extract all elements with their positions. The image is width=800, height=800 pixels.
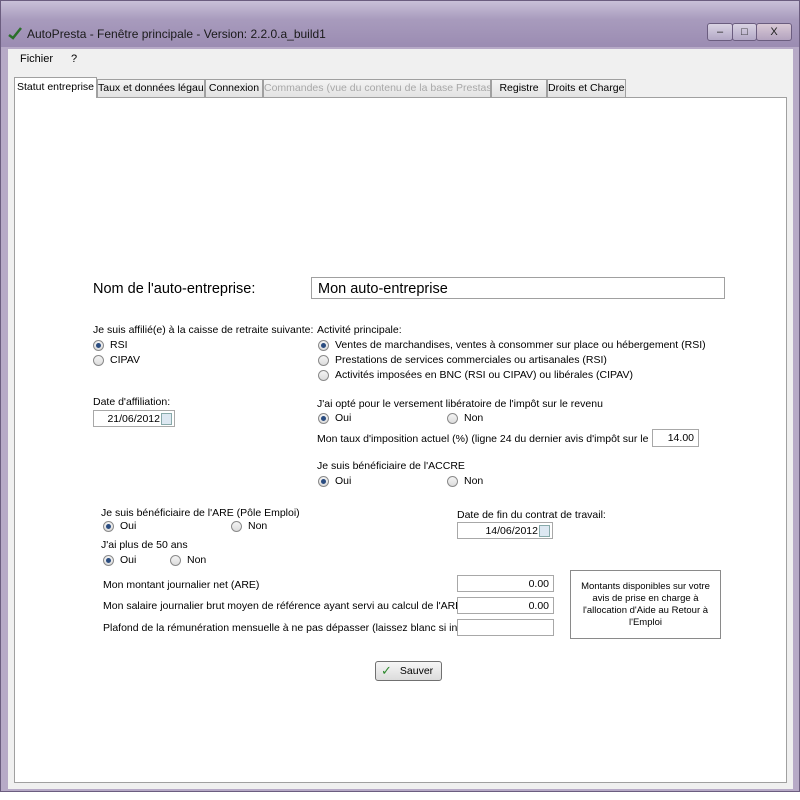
radio-accre-oui-label: Oui	[335, 475, 352, 487]
radio-accre-non[interactable]: Non	[447, 475, 483, 487]
accre-label: Je suis bénéficiaire de l'ACCRE	[317, 460, 465, 472]
minimize-button[interactable]: –	[707, 23, 733, 41]
menu-fichier[interactable]: Fichier	[20, 53, 53, 65]
radio-cipav[interactable]: CIPAV	[93, 354, 140, 366]
tab-registre[interactable]: Registre	[491, 79, 547, 97]
radio-activity-bnc-label: Activités imposées en BNC (RSI ou CIPAV)…	[335, 369, 633, 381]
are-info-box: Montants disponibles sur votre avis de p…	[570, 570, 721, 639]
radio-are-oui-label: Oui	[120, 520, 137, 532]
title-bar[interactable]: AutoPresta - Fenêtre principale - Versio…	[1, 1, 799, 47]
radio-dot	[93, 354, 104, 366]
radio-liberatory-oui-label: Oui	[335, 412, 352, 424]
contract-end-label: Date de fin du contrat de travail:	[457, 509, 606, 521]
radio-are-oui[interactable]: Oui	[103, 520, 136, 532]
radio-accre-non-label: Non	[464, 475, 484, 487]
check-icon: ✓	[381, 663, 392, 678]
radio-liberatory-oui[interactable]: Oui	[318, 412, 351, 424]
daily-net-input[interactable]: 0.00	[457, 575, 554, 592]
tab-droits-charges[interactable]: Droits et Charges	[547, 79, 626, 97]
tab-taux-donnees-legaux[interactable]: Taux et données légaux	[97, 79, 205, 97]
liberatory-label: J'ai opté pour le versement libératoire …	[317, 398, 603, 410]
radio-accre-oui[interactable]: Oui	[318, 475, 351, 487]
tax-rate-label: Mon taux d'imposition actuel (%) (ligne …	[317, 433, 687, 445]
tab-connexion[interactable]: Connexion	[205, 79, 263, 97]
maximize-button[interactable]: □	[732, 23, 757, 41]
menu-help[interactable]: ?	[71, 53, 77, 65]
radio-are-non-label: Non	[248, 520, 268, 532]
radio-dot	[318, 354, 329, 366]
main-window: AutoPresta - Fenêtre principale - Versio…	[0, 0, 800, 792]
radio-rsi[interactable]: RSI	[93, 339, 128, 351]
radio-activity-bnc[interactable]: Activités imposées en BNC (RSI ou CIPAV)…	[318, 369, 633, 381]
radio-activity-ventes-label: Ventes de marchandises, ventes à consomm…	[335, 339, 706, 351]
radio-dot	[447, 475, 458, 487]
affiliation-date-label: Date d'affiliation:	[93, 396, 171, 408]
radio-are-non[interactable]: Non	[231, 520, 267, 532]
calendar-icon[interactable]	[539, 525, 550, 537]
radio-activity-prestations[interactable]: Prestations de services commerciales ou …	[318, 354, 607, 366]
client-area: Fichier ? Statut entreprise Taux et donn…	[8, 49, 793, 789]
contract-end-date-value: 14/06/2012	[485, 525, 538, 537]
radio-rsi-label: RSI	[110, 339, 128, 351]
calendar-icon[interactable]	[161, 413, 172, 425]
radio-dot	[318, 412, 329, 424]
app-icon	[8, 27, 22, 40]
radio-liberatory-non-label: Non	[464, 412, 484, 424]
radio-cipav-label: CIPAV	[110, 354, 140, 366]
radio-dot	[170, 554, 181, 566]
menu-bar: Fichier ?	[8, 49, 793, 71]
radio-activity-ventes[interactable]: Ventes de marchandises, ventes à consomm…	[318, 339, 706, 351]
radio-over50-non-label: Non	[187, 554, 207, 566]
radio-dot	[318, 339, 329, 351]
tax-rate-input[interactable]: 14.00	[652, 429, 699, 447]
daily-gross-input[interactable]: 0.00	[457, 597, 554, 614]
radio-dot	[93, 339, 104, 351]
daily-gross-label: Mon salaire journalier brut moyen de réf…	[103, 600, 463, 612]
ceiling-input[interactable]	[457, 619, 554, 636]
ceiling-label: Plafond de la rémunération mensuelle à n…	[103, 622, 490, 634]
company-name-label: Nom de l'auto-entreprise:	[93, 281, 256, 297]
radio-dot	[231, 520, 242, 532]
window-title: AutoPresta - Fenêtre principale - Versio…	[27, 27, 326, 41]
statut-entreprise-panel: Nom de l'auto-entreprise: Mon auto-entre…	[14, 97, 787, 783]
radio-dot	[103, 520, 114, 532]
radio-over50-oui-label: Oui	[120, 554, 137, 566]
main-activity-label: Activité principale:	[317, 324, 402, 336]
affiliation-date-picker[interactable]: 21/06/2012	[93, 410, 175, 427]
retirement-fund-label: Je suis affilié(e) à la caisse de retrai…	[93, 324, 314, 336]
are-label: Je suis bénéficiaire de l'ARE (Pôle Empl…	[101, 507, 300, 519]
radio-dot	[103, 554, 114, 566]
close-button[interactable]: X	[756, 23, 792, 41]
radio-over50-oui[interactable]: Oui	[103, 554, 136, 566]
contract-end-date-picker[interactable]: 14/06/2012	[457, 522, 553, 539]
radio-activity-prestations-label: Prestations de services commerciales ou …	[335, 354, 607, 366]
tab-statut-entreprise[interactable]: Statut entreprise	[14, 77, 97, 98]
radio-liberatory-non[interactable]: Non	[447, 412, 483, 424]
radio-over50-non[interactable]: Non	[170, 554, 206, 566]
save-button-label: Sauver	[399, 665, 434, 677]
save-button[interactable]: ✓ Sauver	[375, 661, 442, 681]
over50-label: J'ai plus de 50 ans	[101, 539, 188, 551]
radio-dot	[447, 412, 458, 424]
company-name-input[interactable]: Mon auto-entreprise	[311, 277, 725, 299]
radio-dot	[318, 475, 329, 487]
affiliation-date-value: 21/06/2012	[107, 413, 160, 425]
tab-commandes[interactable]: Commandes (vue du contenu de la base Pre…	[263, 79, 491, 97]
daily-net-label: Mon montant journalier net (ARE)	[103, 579, 260, 591]
radio-dot	[318, 369, 329, 381]
